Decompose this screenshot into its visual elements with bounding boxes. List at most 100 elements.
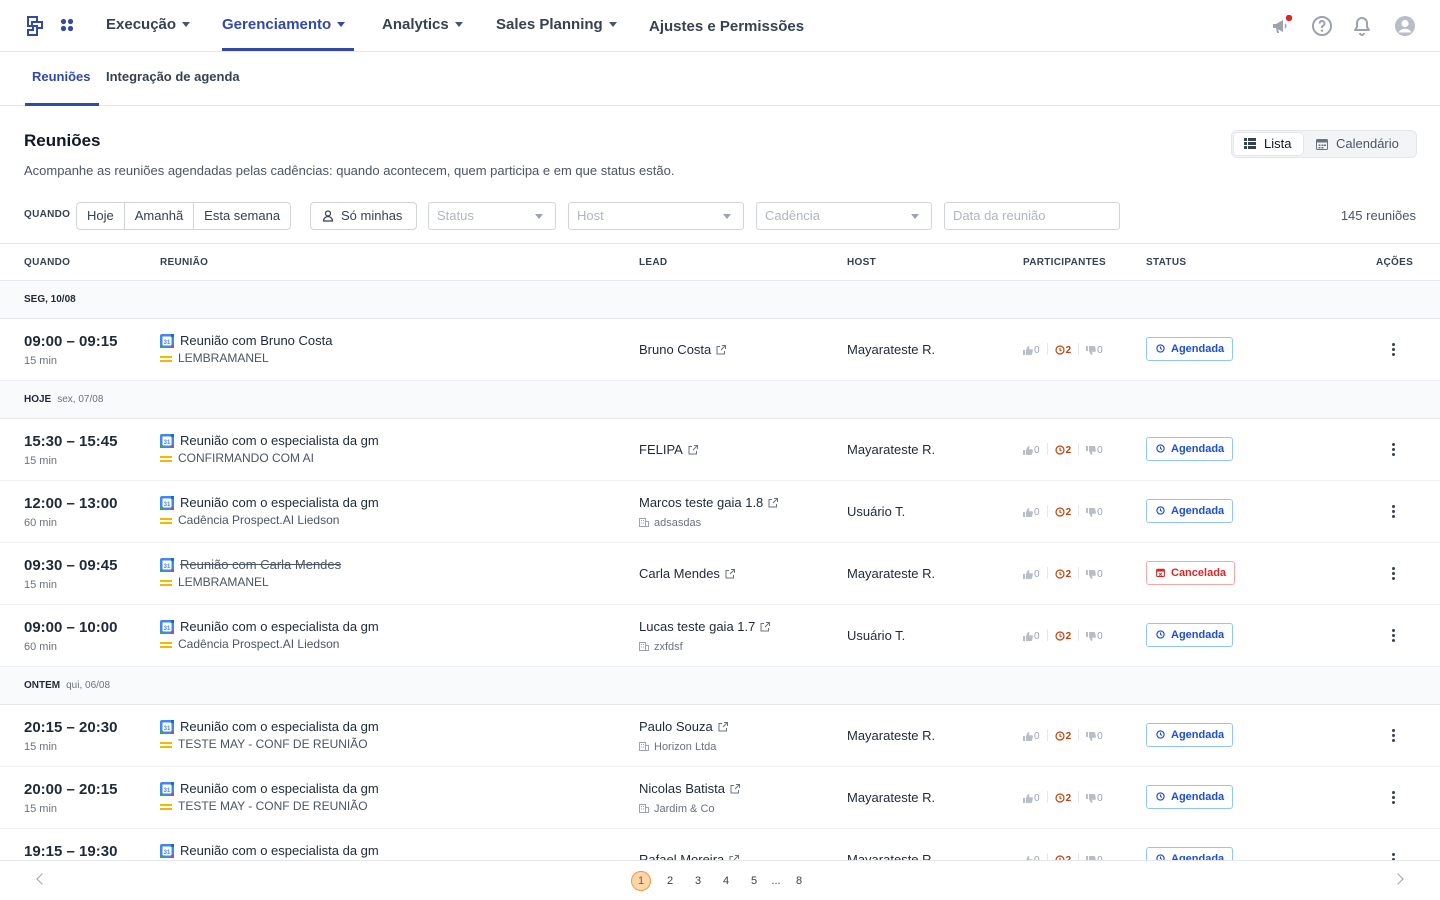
apps-grid-icon[interactable]: [60, 18, 74, 32]
meeting-title[interactable]: Reunião com o especialista da gm: [180, 619, 379, 634]
external-link-icon[interactable]: [716, 345, 727, 355]
app-logo-icon[interactable]: [26, 15, 44, 37]
megaphone-icon[interactable]: [1270, 15, 1292, 37]
filter-this-week-button[interactable]: Esta semana: [194, 203, 290, 229]
page-number-button[interactable]: 5: [744, 871, 764, 891]
page-number-button[interactable]: 1: [631, 871, 651, 891]
meeting-title[interactable]: Reunião com o especialista da gm: [180, 433, 379, 448]
view-list-button[interactable]: Lista: [1234, 133, 1303, 155]
pending-clock-icon: [1054, 445, 1065, 455]
table-row[interactable]: 20:00 – 20:15 15 min 31 Reunião com o espec…: [0, 767, 1440, 829]
host-select[interactable]: Host: [568, 202, 744, 230]
chevron-down-icon: [723, 214, 731, 219]
more-actions-icon[interactable]: [1392, 343, 1396, 357]
participants-accepted: 0: [1023, 445, 1040, 456]
page-number-button[interactable]: 4: [716, 871, 736, 891]
lead-name[interactable]: Nicolas Batista: [639, 781, 740, 796]
more-actions-icon[interactable]: [1392, 729, 1396, 743]
chevron-down-icon: [182, 21, 191, 27]
date-group-label: HOJE sex, 07/08: [24, 394, 103, 405]
meeting-title[interactable]: Reunião com Carla Mendes: [180, 557, 341, 572]
only-mine-button[interactable]: Só minhas: [310, 202, 417, 230]
table-row[interactable]: 09:00 – 09:15 15 min 31 Reunião com Bruno C…: [0, 319, 1440, 381]
nav-analytics[interactable]: Analytics: [382, 0, 463, 50]
table-row[interactable]: 15:30 – 15:45 15 min 31 Reunião com o espec…: [0, 419, 1440, 481]
col-status[interactable]: STATUS: [1146, 257, 1186, 268]
col-participants[interactable]: PARTICIPANTES: [1023, 257, 1106, 268]
clock-icon: [1156, 344, 1165, 353]
more-actions-icon[interactable]: [1392, 629, 1396, 643]
date-group-header: SEG, 10/08: [0, 281, 1440, 319]
status-badge-label: Agendada: [1171, 505, 1225, 517]
more-actions-icon[interactable]: [1392, 791, 1396, 805]
participants-accepted: 0: [1023, 793, 1040, 804]
lead-name-text: Bruno Costa: [639, 342, 712, 357]
page-number-button[interactable]: 2: [660, 871, 680, 891]
nav-gerenciamento[interactable]: Gerenciamento: [222, 0, 346, 50]
page-number-button[interactable]: 8: [789, 871, 809, 891]
date-group-title: HOJE: [24, 394, 52, 405]
nav-ajustes[interactable]: Ajustes e Permissões: [649, 2, 804, 52]
external-link-icon[interactable]: [760, 622, 771, 632]
svg-text:31: 31: [164, 440, 171, 446]
table-row[interactable]: 12:00 – 13:00 60 min 31 Reunião com o espec…: [0, 481, 1440, 543]
chevron-down-icon: [535, 214, 543, 219]
participants-declined: 0: [1086, 445, 1103, 456]
page-number-button[interactable]: 3: [688, 871, 708, 891]
meeting-title[interactable]: Reunião com o especialista da gm: [180, 781, 379, 796]
nav-sales-planning[interactable]: Sales Planning: [496, 0, 617, 50]
col-host[interactable]: HOST: [847, 257, 876, 268]
cadence-icon: [160, 580, 172, 586]
filter-tomorrow-button[interactable]: Amanhã: [125, 203, 195, 229]
next-page-icon[interactable]: [1392, 873, 1404, 885]
external-link-icon[interactable]: [725, 569, 735, 579]
more-actions-icon[interactable]: [1392, 505, 1396, 519]
date-group-label: SEG, 10/08: [24, 294, 82, 305]
meeting-date-input[interactable]: Data da reunião: [944, 202, 1120, 230]
table-row[interactable]: 09:00 – 10:00 60 min 31 Reunião com o espec…: [0, 605, 1440, 667]
lead-name-text: Nicolas Batista: [639, 781, 725, 796]
cadence-select[interactable]: Cadência: [756, 202, 932, 230]
meeting-cadence: Cadência Prospect.AI Liedson: [178, 513, 340, 527]
user-avatar-icon[interactable]: [1394, 15, 1416, 37]
meeting-title[interactable]: Reunião com o especialista da gm: [180, 495, 379, 510]
lead-name[interactable]: Lucas teste gaia 1.7: [639, 619, 771, 634]
clock-icon: [1156, 506, 1165, 515]
status-select[interactable]: Status: [428, 202, 556, 230]
bell-icon[interactable]: [1351, 15, 1373, 37]
col-when[interactable]: QUANDO: [24, 257, 70, 268]
lead-name[interactable]: Marcos teste gaia 1.8: [639, 495, 779, 510]
prev-page-icon[interactable]: [36, 873, 48, 885]
lead-name[interactable]: FELIPA: [639, 442, 698, 457]
external-link-icon[interactable]: [688, 445, 698, 455]
col-lead[interactable]: LEAD: [639, 257, 667, 268]
meeting-title[interactable]: Reunião com o especialista da gm: [180, 719, 379, 734]
company-icon: [639, 742, 649, 751]
nav-execucao[interactable]: Execução: [106, 0, 191, 50]
more-actions-icon[interactable]: [1392, 567, 1396, 581]
meeting-title[interactable]: Reunião com Bruno Costa: [180, 333, 332, 348]
table-row[interactable]: 09:30 – 09:45 15 min 31 Reunião com Carla M…: [0, 543, 1440, 605]
tab-reunioes[interactable]: Reuniões: [32, 69, 91, 84]
meeting-title[interactable]: Reunião com o especialista da gm: [180, 843, 379, 858]
external-link-icon[interactable]: [718, 722, 728, 732]
svg-text:31: 31: [164, 850, 171, 856]
col-meeting[interactable]: REUNIÃO: [160, 257, 208, 268]
help-icon[interactable]: [1311, 15, 1333, 37]
lead-name[interactable]: Paulo Souza: [639, 719, 728, 734]
more-actions-icon[interactable]: [1392, 443, 1396, 457]
lead-name[interactable]: Bruno Costa: [639, 342, 727, 357]
participants-summary: 0 2 0: [1023, 791, 1103, 804]
filter-today-button[interactable]: Hoje: [77, 203, 125, 229]
pending-clock-icon: [1054, 631, 1065, 641]
tab-integracao-agenda[interactable]: Integração de agenda: [106, 69, 240, 84]
meeting-date-placeholder: Data da reunião: [953, 208, 1046, 223]
thumbs-up-icon: [1023, 794, 1033, 803]
external-link-icon[interactable]: [730, 784, 740, 794]
view-calendar-button[interactable]: Calendário: [1306, 133, 1414, 155]
host-name: Usuário T.: [847, 628, 906, 643]
table-row[interactable]: 20:15 – 20:30 15 min 31 Reunião com o espec…: [0, 705, 1440, 767]
meeting-duration: 15 min: [24, 803, 58, 815]
external-link-icon[interactable]: [768, 498, 779, 508]
lead-name[interactable]: Carla Mendes: [639, 566, 735, 581]
